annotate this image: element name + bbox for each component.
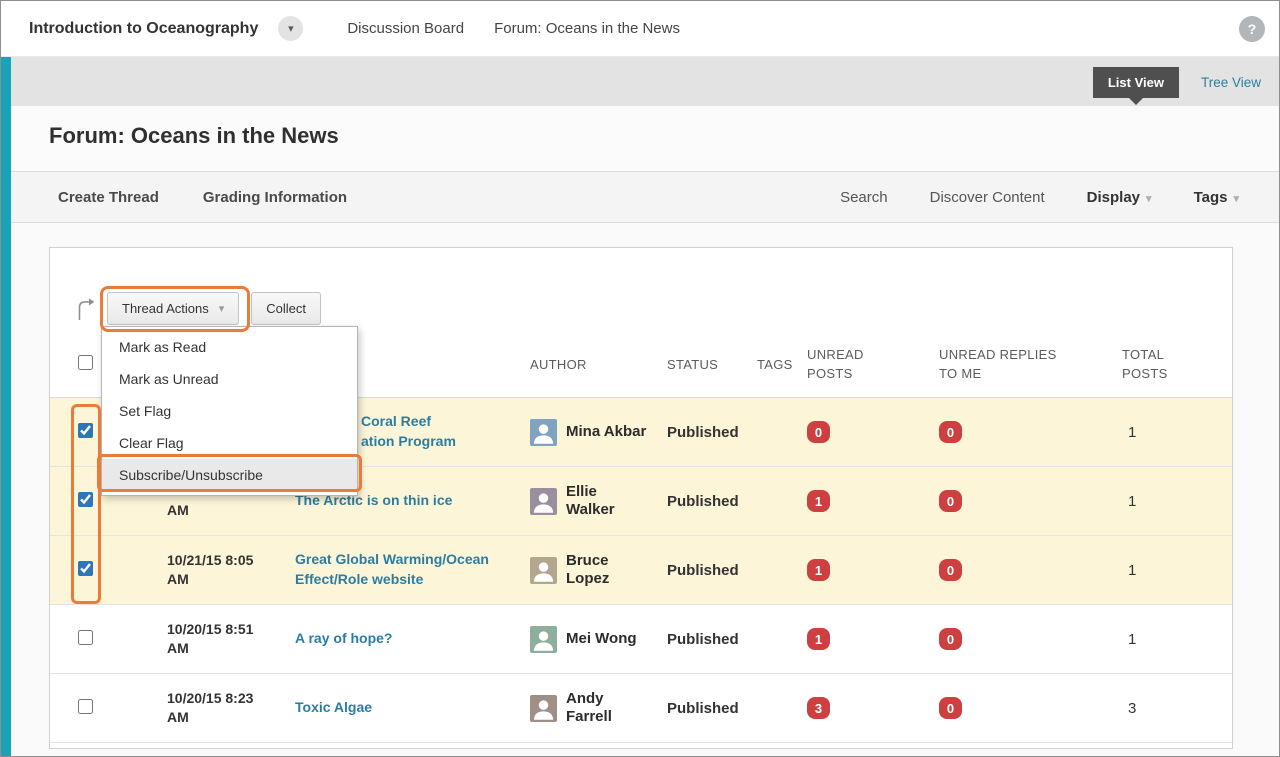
chevron-down-icon: ▾: [1233, 193, 1239, 205]
thread-date: 10/20/15 8:23 AM: [167, 689, 295, 727]
column-header-total-posts: TOTAL POSTS: [1122, 346, 1174, 384]
left-accent-stripe: [1, 57, 11, 756]
menu-item-mark-as-unread[interactable]: Mark as Unread: [102, 363, 357, 395]
main-content: Thread Actions ▾ Collect DATE THREAD AUT…: [11, 223, 1279, 757]
menu-item-set-flag[interactable]: Set Flag: [102, 395, 357, 427]
thread-toolbar: Thread Actions ▾ Collect: [74, 292, 1232, 325]
unread-replies-badge[interactable]: 0: [939, 628, 962, 650]
unread-replies-badge[interactable]: 0: [939, 490, 962, 512]
search-button[interactable]: Search: [840, 189, 888, 206]
table-row: 10/21/15 8:05 AM Great Global Warming/Oc…: [50, 536, 1232, 605]
author-name: Mei Wong: [566, 630, 637, 648]
action-bar-left: Create Thread Grading Information: [58, 189, 347, 206]
total-posts: 1: [1122, 631, 1232, 648]
thread-author: Andy Farrell: [530, 690, 667, 726]
tab-tree-view[interactable]: Tree View: [1201, 75, 1261, 90]
select-all-checkbox[interactable]: [78, 355, 93, 370]
collect-button[interactable]: Collect: [251, 292, 321, 325]
table-row: 10/20/15 8:23 AM Toxic Algae Andy Farrel…: [50, 674, 1232, 743]
thread-checkbox[interactable]: [78, 492, 93, 507]
author-name: Bruce Lopez: [566, 552, 626, 588]
author-name: Mina Akbar: [566, 423, 646, 441]
column-header-author: AUTHOR: [530, 356, 667, 375]
unread-posts-badge[interactable]: 0: [807, 421, 830, 443]
thread-author: Mei Wong: [530, 626, 667, 653]
table-row: 10/20/15 8:51 AM A ray of hope? Mei Wong…: [50, 605, 1232, 674]
author-name: Andy Farrell: [566, 690, 626, 726]
unread-replies-badge[interactable]: 0: [939, 421, 962, 443]
app-window: Introduction to Oceanography ▾ Discussio…: [0, 0, 1280, 757]
author-avatar: [530, 695, 557, 722]
total-posts: 1: [1122, 493, 1232, 510]
create-thread-button[interactable]: Create Thread: [58, 189, 159, 206]
action-bar: Create Thread Grading Information Search…: [11, 171, 1279, 223]
unread-posts-badge[interactable]: 3: [807, 697, 830, 719]
menu-item-mark-as-read[interactable]: Mark as Read: [102, 331, 357, 363]
unread-posts-badge[interactable]: 1: [807, 490, 830, 512]
thread-author: Mina Akbar: [530, 419, 667, 446]
column-header-tags: TAGS: [757, 356, 807, 375]
column-header-unread-posts: UNREAD POSTS: [807, 346, 871, 384]
tab-list-view[interactable]: List View: [1093, 67, 1179, 98]
column-header-unread-replies: UNREAD REPLIES TO ME: [939, 346, 1073, 384]
thread-status: Published: [667, 700, 757, 717]
menu-item-clear-flag[interactable]: Clear Flag: [102, 427, 357, 459]
course-menu-button[interactable]: ▾: [278, 16, 303, 41]
author-avatar: [530, 557, 557, 584]
thread-link[interactable]: A ray of hope?: [295, 629, 530, 649]
thread-checkbox[interactable]: [78, 699, 93, 714]
thread-checkbox[interactable]: [78, 423, 93, 438]
course-title: Introduction to Oceanography: [29, 20, 258, 38]
thread-date: 10/20/15 8:51 AM: [167, 620, 295, 658]
unread-posts-badge[interactable]: 1: [807, 628, 830, 650]
author-avatar: [530, 419, 557, 446]
view-toolbar: List View Tree View: [11, 57, 1279, 106]
breadcrumb-forum: Forum: Oceans in the News: [494, 20, 680, 37]
thread-list-card: Thread Actions ▾ Collect DATE THREAD AUT…: [49, 247, 1233, 749]
display-dropdown[interactable]: Display▾: [1087, 189, 1152, 206]
thread-status: Published: [667, 562, 757, 579]
unread-posts-badge[interactable]: 1: [807, 559, 830, 581]
topbar: Introduction to Oceanography ▾ Discussio…: [1, 1, 1279, 57]
thread-status: Published: [667, 631, 757, 648]
breadcrumb-discussion-board[interactable]: Discussion Board: [347, 20, 464, 37]
unread-replies-badge[interactable]: 0: [939, 559, 962, 581]
author-avatar: [530, 626, 557, 653]
chevron-down-icon: ▾: [1146, 193, 1152, 205]
total-posts: 3: [1122, 700, 1232, 717]
help-icon[interactable]: ?: [1239, 16, 1265, 42]
thread-actions-button[interactable]: Thread Actions ▾: [107, 292, 239, 325]
thread-date: 10/21/15 8:05 AM: [167, 551, 295, 589]
page-title: Forum: Oceans in the News: [49, 123, 1279, 149]
tags-dropdown[interactable]: Tags▾: [1194, 189, 1239, 206]
total-posts: 1: [1122, 424, 1232, 441]
page-title-band: Forum: Oceans in the News: [11, 106, 1279, 171]
breadcrumb: Discussion Board Forum: Oceans in the Ne…: [347, 20, 680, 37]
unread-replies-badge[interactable]: 0: [939, 697, 962, 719]
grading-information-button[interactable]: Grading Information: [203, 189, 347, 206]
chevron-down-icon: ▾: [219, 302, 225, 315]
action-bar-right: Search Discover Content Display▾ Tags▾: [840, 189, 1239, 206]
author-avatar: [530, 488, 557, 515]
thread-actions-menu: Mark as Read Mark as Unread Set Flag Cle…: [101, 326, 358, 496]
menu-item-subscribe-unsubscribe[interactable]: Subscribe/Unsubscribe: [102, 459, 357, 491]
up-right-arrow-icon: [74, 293, 96, 325]
thread-author: Ellie Walker: [530, 483, 667, 519]
chevron-down-icon: ▾: [288, 22, 294, 35]
thread-author: Bruce Lopez: [530, 552, 667, 588]
column-header-status: STATUS: [667, 356, 757, 375]
author-name: Ellie Walker: [566, 483, 626, 519]
discover-content-button[interactable]: Discover Content: [930, 189, 1045, 206]
view-tabs: List View Tree View: [1093, 67, 1261, 98]
thread-checkbox[interactable]: [78, 561, 93, 576]
thread-link[interactable]: Great Global Warming/Ocean Effect/Role w…: [295, 550, 530, 589]
total-posts: 1: [1122, 562, 1232, 579]
thread-status: Published: [667, 493, 757, 510]
thread-link[interactable]: Toxic Algae: [295, 698, 530, 718]
thread-checkbox[interactable]: [78, 630, 93, 645]
thread-status: Published: [667, 424, 757, 441]
